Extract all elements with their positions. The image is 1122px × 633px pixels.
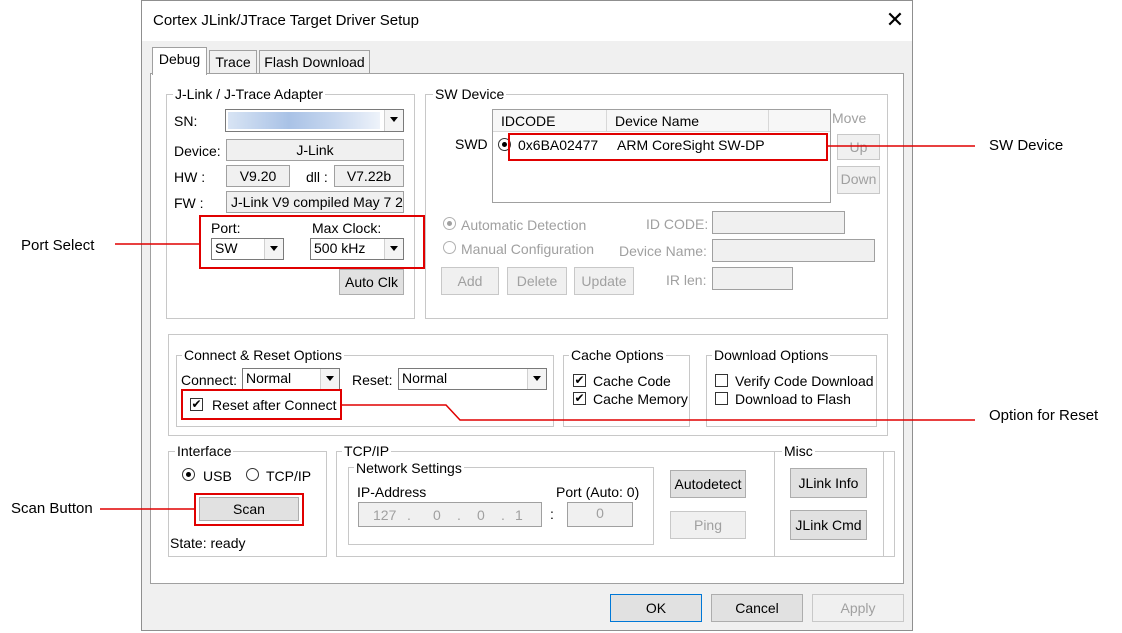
port-select-annotation: Port Select — [21, 237, 95, 254]
tab-debug[interactable]: Debug — [152, 47, 207, 75]
annotation-lines — [100, 145, 975, 510]
option-reset-annotation: Option for Reset — [989, 407, 1099, 424]
scan-button-annotation: Scan Button — [11, 500, 93, 517]
sw-device-annotation: SW Device — [989, 137, 1064, 154]
option-reset-leader — [342, 404, 975, 421]
